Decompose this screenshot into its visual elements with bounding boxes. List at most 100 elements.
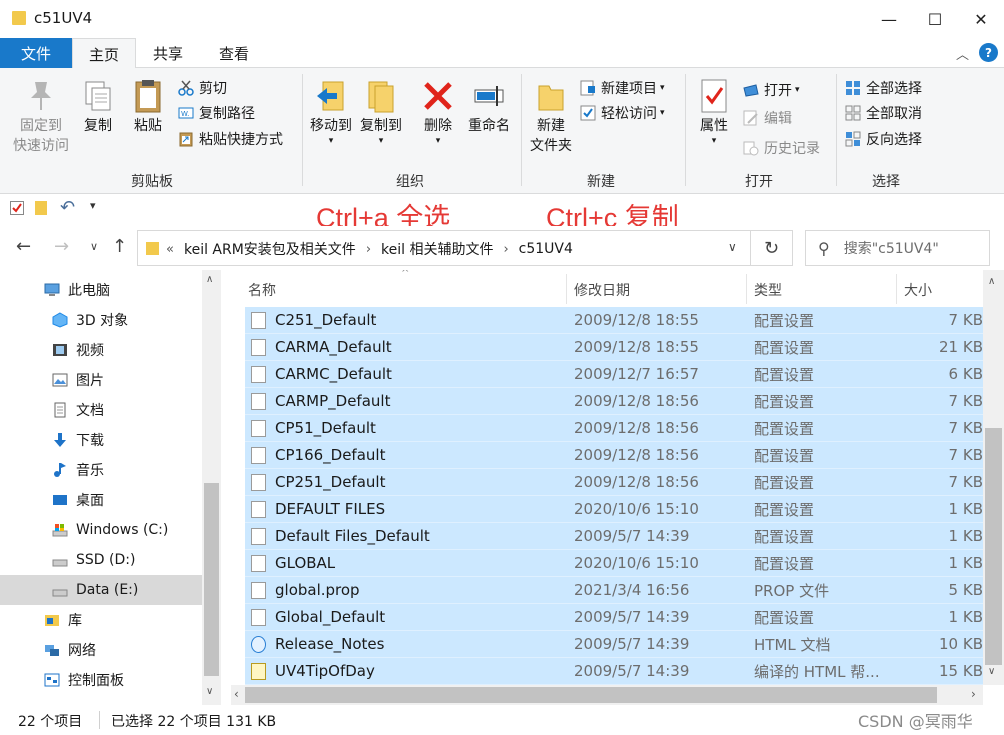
table-row[interactable]: GLOBAL 2020/10/6 15:10 配置设置 1 KB — [245, 550, 983, 577]
table-row[interactable]: CARMC_Default 2009/12/7 16:57 配置设置 6 KB — [245, 361, 983, 388]
nav-item-network[interactable]: 网络 — [0, 635, 202, 665]
address-bar[interactable]: « keil ARM安装包及相关文件 › keil 相关辅助文件 › c51UV… — [137, 230, 751, 266]
properties-check-icon[interactable] — [10, 201, 24, 215]
properties-button[interactable]: 属性 ▾ — [694, 78, 734, 146]
nav-item-desktop[interactable]: 桌面 — [0, 485, 202, 515]
new-group-label: 新建 — [587, 174, 615, 190]
nav-item-this-pc[interactable]: 此电脑 — [0, 275, 202, 305]
nav-scroll-thumb[interactable] — [204, 483, 219, 676]
tab-share[interactable]: 共享 — [136, 38, 200, 68]
copy-to-button[interactable]: 复制到 ▾ — [356, 78, 406, 146]
table-row[interactable]: C251_Default 2009/12/8 18:55 配置设置 7 KB — [245, 307, 983, 334]
nav-item-data-e[interactable]: Data (E:) — [0, 575, 202, 605]
table-row[interactable]: CP251_Default 2009/12/8 18:56 配置设置 7 KB — [245, 469, 983, 496]
address-dropdown-icon[interactable]: ∨ — [728, 240, 737, 254]
scroll-up-icon[interactable]: ∧ — [206, 274, 213, 285]
nav-item-library[interactable]: 库 — [0, 605, 202, 635]
nav-item-downloads[interactable]: 下载 — [0, 425, 202, 455]
column-header-type[interactable]: 类型 — [754, 280, 782, 300]
folder-icon — [146, 242, 159, 255]
paste-button[interactable]: 粘贴 — [130, 78, 166, 136]
edit-button[interactable]: 编辑 — [743, 106, 792, 130]
new-folder-button[interactable]: 新建 文件夹 — [526, 78, 576, 156]
select-all-button[interactable]: 全部选择 — [845, 76, 922, 100]
file-type: 配置设置 — [754, 608, 815, 627]
scroll-right-icon[interactable]: › — [971, 687, 976, 701]
column-divider[interactable] — [746, 274, 747, 304]
open-button[interactable]: 打开 ▾ — [743, 78, 800, 102]
nav-label: 库 — [68, 613, 82, 629]
refresh-icon[interactable]: ↻ — [751, 230, 793, 266]
nav-item-video[interactable]: 视频 — [0, 335, 202, 365]
tab-view[interactable]: 查看 — [200, 38, 268, 68]
paste-shortcut-button[interactable]: 粘贴快捷方式 — [178, 127, 283, 151]
table-row[interactable]: Default Files_Default 2009/5/7 14:39 配置设… — [245, 523, 983, 550]
undo-icon[interactable]: ↶ — [60, 197, 75, 218]
scroll-down-icon[interactable]: ∨ — [206, 686, 213, 697]
table-row[interactable]: global.prop 2021/3/4 16:56 PROP 文件 5 KB — [245, 577, 983, 604]
nav-item-music[interactable]: 音乐 — [0, 455, 202, 485]
select-none-button[interactable]: 全部取消 — [845, 101, 922, 125]
search-icon: ⚲ — [818, 238, 830, 258]
search-input[interactable]: ⚲ 搜索"c51UV4" — [805, 230, 990, 266]
chevron-right-icon[interactable]: › — [366, 242, 371, 257]
forward-arrow-icon[interactable]: → — [54, 236, 69, 257]
recent-locations-icon[interactable]: ∨ — [90, 240, 98, 253]
table-row[interactable]: CP166_Default 2009/12/8 18:56 配置设置 7 KB — [245, 442, 983, 469]
nav-item-pictures[interactable]: 图片 — [0, 365, 202, 395]
breadcrumb-item[interactable]: keil 相关辅助文件 — [381, 239, 493, 259]
pin-quick-access-button[interactable]: 固定到 快速访问 — [10, 78, 72, 156]
nav-item-ssd-d[interactable]: SSD (D:) — [0, 545, 202, 575]
invert-selection-button[interactable]: 反向选择 — [845, 127, 922, 151]
nav-item-documents[interactable]: 文档 — [0, 395, 202, 425]
copy-path-button[interactable]: W. 复制路径 — [178, 101, 255, 125]
table-row[interactable]: UV4TipOfDay 2009/5/7 14:39 编译的 HTML 帮...… — [245, 658, 983, 685]
table-row[interactable]: CARMP_Default 2009/12/8 18:56 配置设置 7 KB — [245, 388, 983, 415]
scroll-up-icon[interactable]: ∧ — [988, 276, 995, 287]
back-arrow-icon[interactable]: ← — [16, 236, 31, 257]
close-button[interactable]: ✕ — [958, 0, 1004, 38]
new-folder-quick-icon[interactable] — [35, 201, 47, 215]
column-divider[interactable] — [566, 274, 567, 304]
history-button[interactable]: 历史记录 — [743, 136, 820, 160]
breadcrumb-overflow[interactable]: « — [166, 242, 174, 257]
chevron-up-icon[interactable]: ︿ — [956, 44, 969, 63]
chevron-right-icon[interactable]: › — [503, 242, 508, 257]
up-arrow-icon[interactable]: ↑ — [112, 236, 127, 257]
breadcrumb-item[interactable]: keil ARM安装包及相关文件 — [184, 239, 356, 259]
select-all-icon — [845, 80, 861, 96]
table-row[interactable]: Global_Default 2009/5/7 14:39 配置设置 1 KB — [245, 604, 983, 631]
file-list-hscroll-thumb[interactable] — [245, 687, 937, 703]
breadcrumb-item[interactable]: c51UV4 — [519, 241, 573, 257]
group-divider — [685, 74, 686, 186]
table-row[interactable]: DEFAULT FILES 2020/10/6 15:10 配置设置 1 KB — [245, 496, 983, 523]
file-name: global.prop — [275, 581, 360, 599]
help-icon[interactable]: ? — [979, 43, 998, 62]
move-to-button[interactable]: 移动到 ▾ — [306, 78, 356, 146]
cut-button[interactable]: 剪切 — [178, 76, 227, 100]
delete-button[interactable]: 删除 ▾ — [420, 78, 456, 146]
scroll-left-icon[interactable]: ‹ — [234, 687, 239, 701]
file-size: 6 KB — [948, 365, 983, 383]
tab-file[interactable]: 文件 — [0, 38, 72, 68]
rename-button[interactable]: 重命名 — [465, 78, 513, 136]
nav-item-3d-objects[interactable]: 3D 对象 — [0, 305, 202, 335]
column-divider[interactable] — [896, 274, 897, 304]
new-item-button[interactable]: 新建项目 ▾ — [580, 76, 665, 100]
table-row[interactable]: CARMA_Default 2009/12/8 18:55 配置设置 21 KB — [245, 334, 983, 361]
minimize-button[interactable]: — — [866, 0, 912, 38]
scroll-down-icon[interactable]: ∨ — [988, 666, 995, 677]
tab-home[interactable]: 主页 — [72, 38, 136, 69]
table-row[interactable]: CP51_Default 2009/12/8 18:56 配置设置 7 KB — [245, 415, 983, 442]
column-header-name[interactable]: 名称 — [248, 280, 276, 300]
column-header-date[interactable]: 修改日期 — [574, 280, 630, 300]
nav-item-control-panel[interactable]: 控制面板 — [0, 665, 202, 695]
customize-toolbar-icon[interactable]: ▾ — [90, 199, 96, 212]
easy-access-button[interactable]: 轻松访问 ▾ — [580, 101, 665, 125]
maximize-button[interactable]: ☐ — [912, 0, 958, 38]
nav-item-windows-c[interactable]: Windows (C:) — [0, 515, 202, 545]
file-list-scroll-thumb[interactable] — [985, 428, 1002, 665]
column-header-size[interactable]: 大小 — [904, 280, 932, 300]
copy-button[interactable]: 复制 — [80, 78, 116, 136]
table-row[interactable]: Release_Notes 2009/5/7 14:39 HTML 文档 10 … — [245, 631, 983, 658]
